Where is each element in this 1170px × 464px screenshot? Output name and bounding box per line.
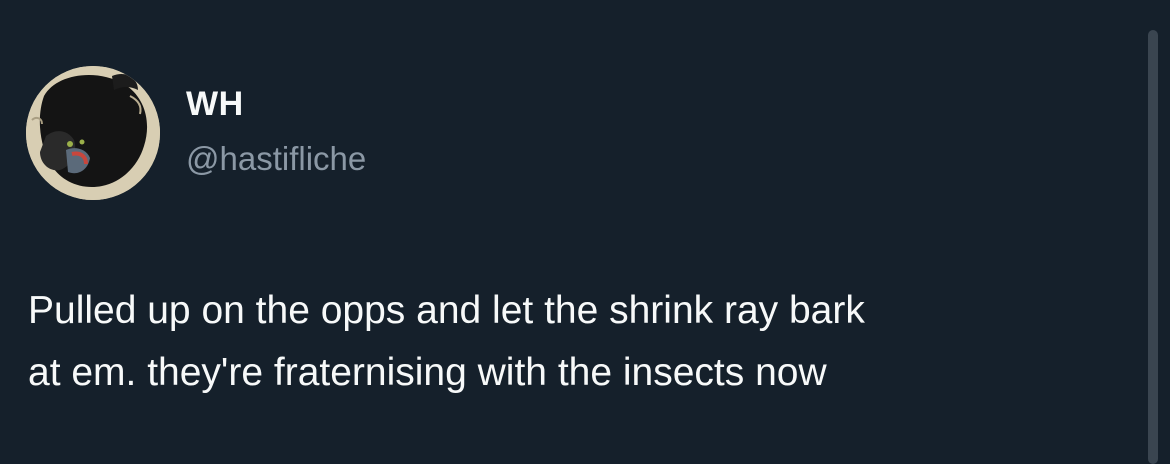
avatar-image [26,66,160,200]
user-handle[interactable]: @hastifliche [186,139,366,179]
tweet-text: Pulled up on the opps and let the shrink… [28,289,865,394]
scrollbar[interactable] [1148,30,1158,464]
display-name[interactable]: WH [186,84,244,124]
avatar[interactable] [26,66,160,200]
tweet-card: WH @hastifliche Pulled up on the opps an… [0,0,1170,464]
